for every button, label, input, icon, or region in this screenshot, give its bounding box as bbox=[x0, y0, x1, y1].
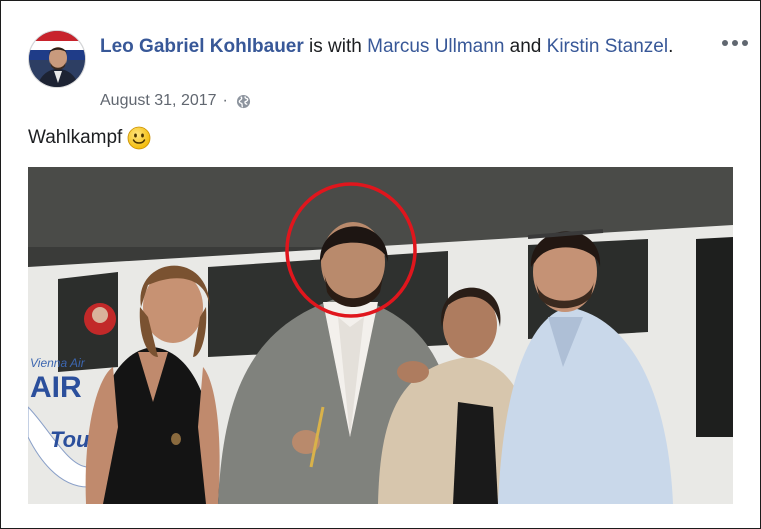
post-text-content: Wahlkampf bbox=[28, 127, 123, 148]
van-text-tour: Tou bbox=[50, 427, 90, 452]
post-photo[interactable]: Vienna Air AIR Tou bbox=[28, 167, 733, 504]
post-meta: August 31, 2017 · bbox=[100, 92, 251, 110]
tagged-person-link[interactable]: Kirstin Stanzel bbox=[547, 36, 668, 57]
smiley-emoji-icon bbox=[127, 126, 151, 150]
globe-icon[interactable] bbox=[236, 94, 251, 109]
more-options-icon[interactable] bbox=[722, 38, 748, 48]
with-text: is with bbox=[303, 36, 368, 57]
and-text: and bbox=[504, 36, 547, 57]
more-dot bbox=[742, 40, 748, 46]
van-text-small: Vienna Air bbox=[30, 356, 86, 370]
van-text-big: AIR bbox=[30, 371, 82, 404]
post-header: Leo Gabriel Kohlbauer is with Marcus Ull… bbox=[100, 32, 700, 61]
post-date-link[interactable]: August 31, 2017 bbox=[100, 92, 217, 110]
post-text: Wahlkampf bbox=[28, 126, 151, 150]
author-avatar[interactable] bbox=[28, 30, 86, 88]
avatar-image bbox=[29, 31, 85, 87]
tagged-person-link[interactable]: Marcus Ullmann bbox=[367, 36, 504, 57]
more-dot bbox=[732, 40, 738, 46]
facebook-post: Leo Gabriel Kohlbauer is with Marcus Ull… bbox=[0, 0, 761, 529]
period-text: . bbox=[668, 36, 674, 57]
meta-separator: · bbox=[222, 92, 228, 109]
more-dot bbox=[722, 40, 728, 46]
photo-image: Vienna Air AIR Tou bbox=[28, 167, 733, 504]
author-name-link[interactable]: Leo Gabriel Kohlbauer bbox=[100, 36, 304, 57]
